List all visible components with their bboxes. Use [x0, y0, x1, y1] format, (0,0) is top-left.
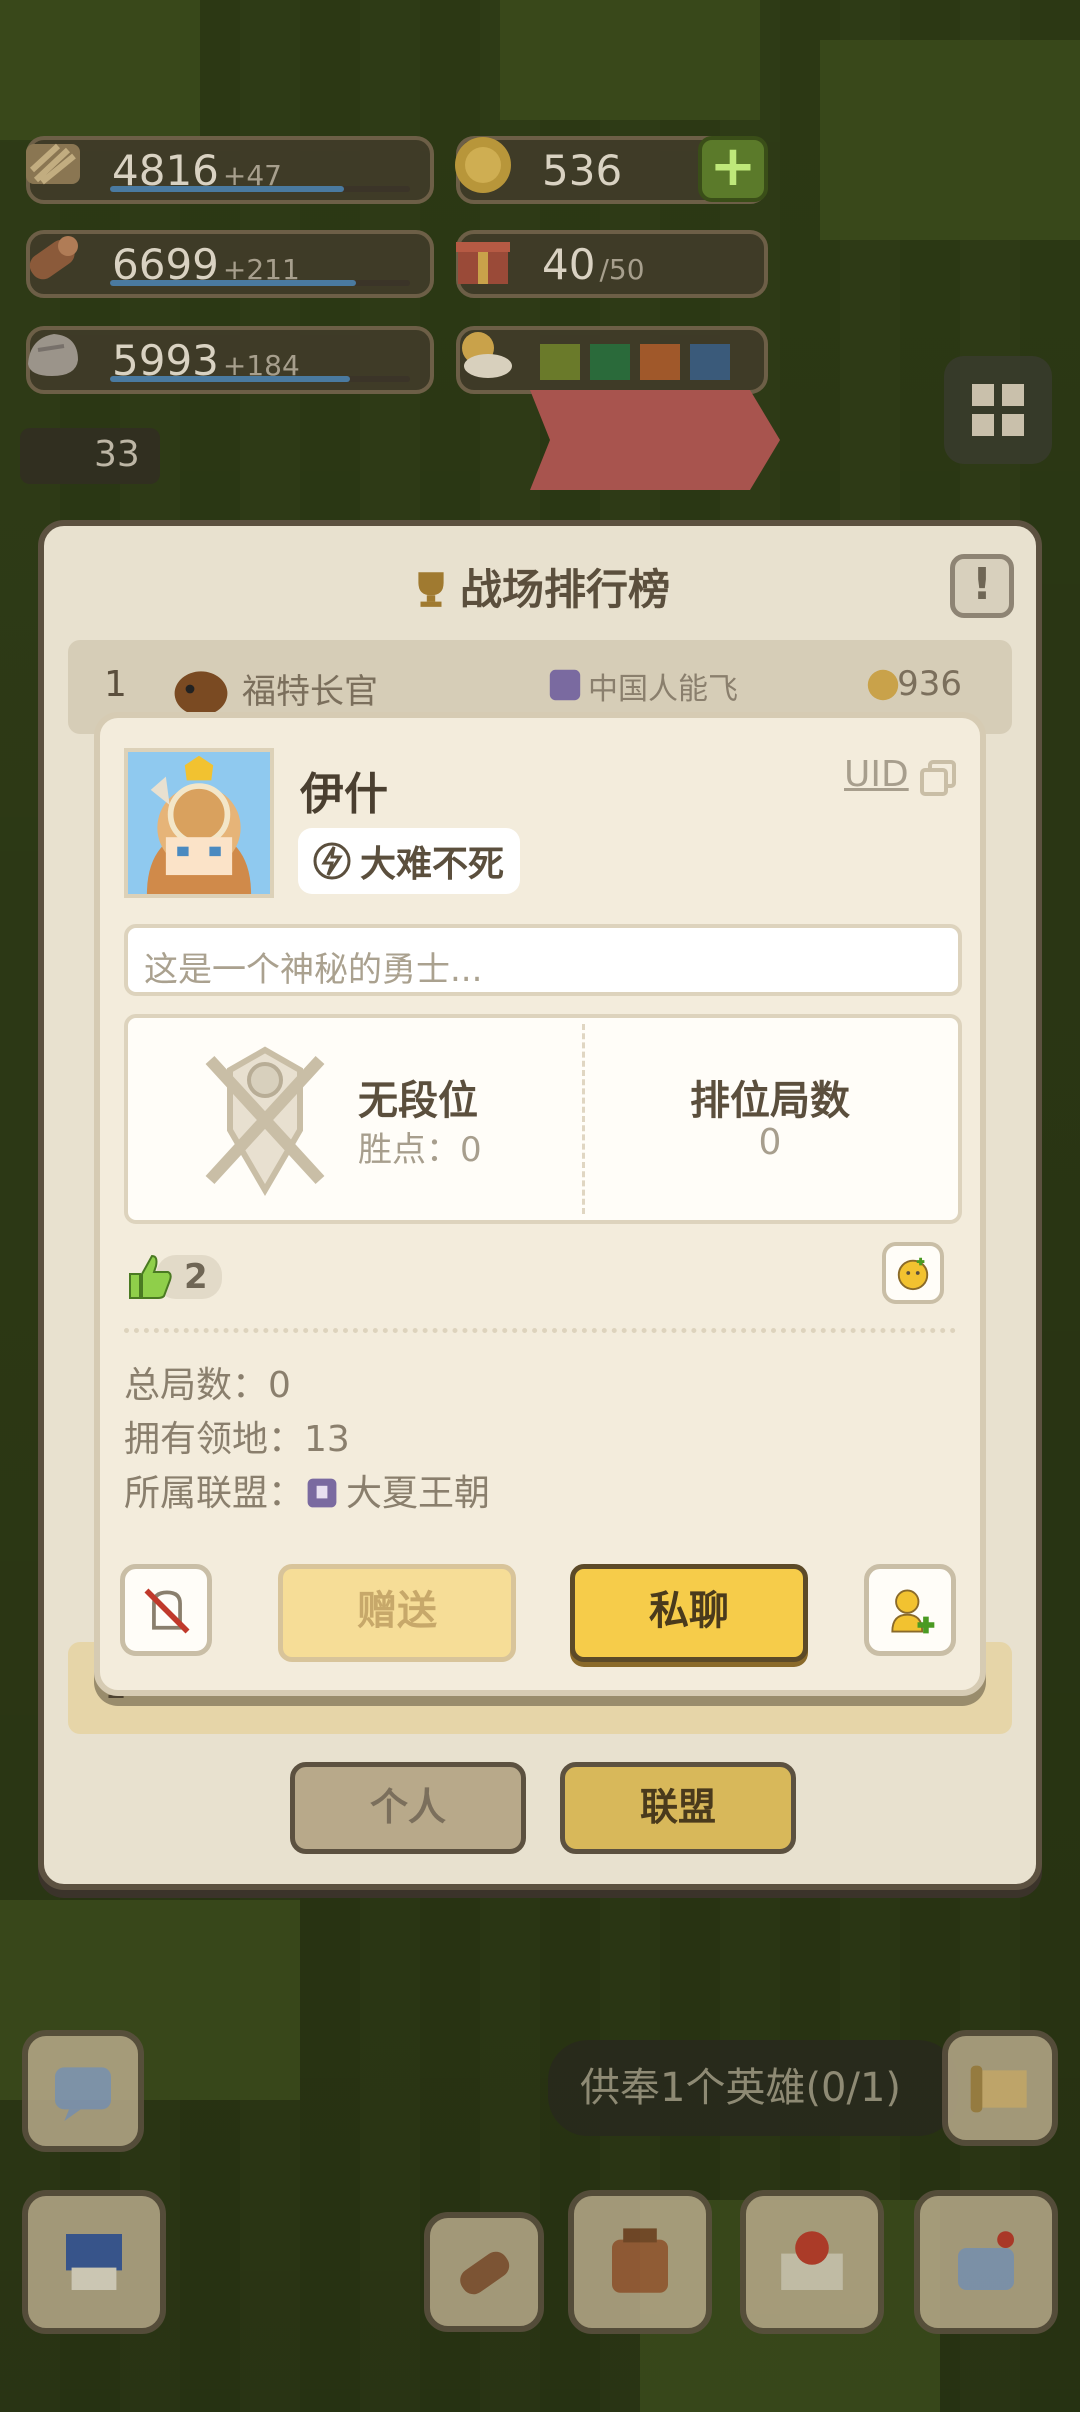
avatar: [124, 748, 274, 898]
add-friend-icon: [891, 1589, 935, 1634]
alliance-flag-icon: [549, 669, 581, 701]
map-pin-icon: [781, 2231, 843, 2290]
rank-stats-box: 无段位 胜点：0 排位局数 0: [124, 1014, 962, 1224]
smiley-icon: [897, 1257, 929, 1291]
copy-icon[interactable]: [918, 758, 958, 798]
thumbs-up-icon: [129, 1254, 172, 1299]
tab-personal[interactable]: 个人: [290, 1762, 526, 1854]
mailbox-icon: [958, 2231, 1014, 2290]
backpack-icon: [612, 2228, 668, 2293]
rank-tier-label: 无段位: [358, 1078, 478, 1124]
info-button[interactable]: !: [950, 554, 1014, 618]
uid-link[interactable]: UID: [844, 754, 909, 795]
add-currency-button[interactable]: +: [698, 136, 768, 202]
map-grid-button[interactable]: [944, 356, 1052, 464]
emoji-button[interactable]: [882, 1242, 944, 1304]
rank-emblem-icon: [205, 1046, 325, 1196]
bag-hud-button[interactable]: [568, 2190, 712, 2334]
lightning-icon: [313, 842, 351, 880]
gift-box-icon: [456, 242, 510, 284]
divider: [124, 1328, 956, 1333]
add-friend-button[interactable]: [864, 1564, 956, 1656]
banner-ribbon: [530, 390, 780, 490]
scroll-icon: [970, 2065, 1027, 2113]
ranked-games-label: 排位局数: [690, 1078, 850, 1124]
alliance-flag-icon: [307, 1478, 337, 1508]
hero-hud-button[interactable]: [22, 2190, 166, 2334]
day-color-slots: [540, 344, 730, 380]
wood-log-icon: [29, 236, 78, 280]
sun-cloud-icon: [462, 332, 512, 378]
chat-hud-button[interactable]: [22, 2030, 144, 2152]
private-chat-button[interactable]: 私聊: [570, 1564, 808, 1662]
stone-icon: [28, 334, 78, 376]
alliance-info: 所属联盟： 大夏王朝: [124, 1473, 491, 1514]
resources-hud-button[interactable]: [424, 2212, 544, 2332]
quest-tracker[interactable]: 供奉1个英雄(0/1): [548, 2040, 958, 2136]
mail-hud-button[interactable]: [914, 2190, 1058, 2334]
hero-helmet-icon: [66, 2234, 122, 2290]
chat-bubble-icon: [55, 2067, 111, 2121]
gift-button[interactable]: 赠送: [278, 1564, 516, 1662]
player-profile-card: 伊什 UID 大难不死 这是一个神秘的勇士... 无段位 胜点：0 排位局数 0…: [94, 712, 986, 1696]
territories-owned: 拥有领地：13: [124, 1419, 350, 1460]
total-games: 总局数：0: [124, 1365, 291, 1406]
wheat-icon: [26, 143, 80, 185]
ranked-games-value: 0: [758, 1122, 782, 1163]
wood-log-icon: [460, 2251, 510, 2295]
player-title-badge[interactable]: 大难不死: [298, 828, 521, 894]
map-hud-button[interactable]: [740, 2190, 884, 2334]
block-user-icon: [144, 1588, 190, 1634]
ranking-title: 战场排行榜: [44, 556, 1036, 617]
player-name: 伊什: [300, 769, 388, 820]
trophy-icon: [418, 572, 444, 607]
player-portrait-icon: [128, 752, 270, 894]
quest-scroll-button[interactable]: [942, 2030, 1058, 2146]
side-counter-badge[interactable]: 33: [20, 428, 160, 484]
gold-coin-icon: [455, 137, 511, 193]
grid-icon: [972, 384, 1024, 436]
block-button[interactable]: [120, 1564, 212, 1656]
like-counter[interactable]: 2: [124, 1250, 222, 1304]
win-points: 胜点：0: [358, 1130, 482, 1170]
signature-field[interactable]: 这是一个神秘的勇士...: [124, 924, 962, 996]
tab-alliance[interactable]: 联盟: [560, 1762, 796, 1854]
